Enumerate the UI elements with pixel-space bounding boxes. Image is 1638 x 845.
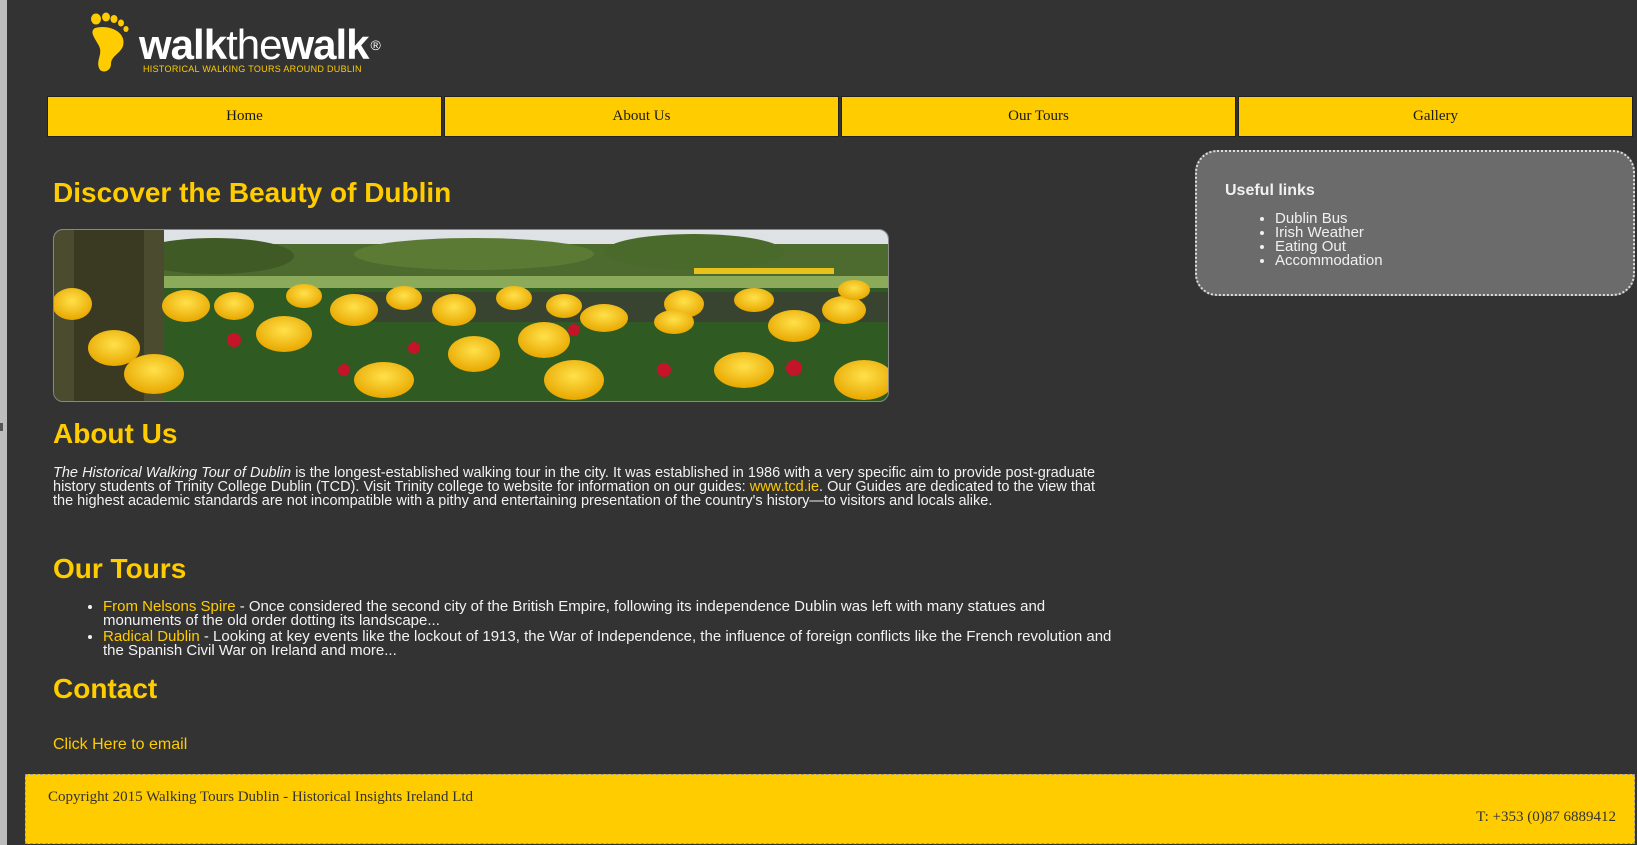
useful-link-accommodation[interactable]: Accommodation — [1275, 253, 1383, 268]
footer: Copyright 2015 Walking Tours Dublin - Hi… — [25, 774, 1635, 844]
nav-item-our-tours[interactable]: Our Tours — [841, 96, 1236, 137]
useful-links-panel: Useful links Dublin Bus Irish Weather Ea… — [1195, 150, 1635, 296]
site-logo[interactable]: walkthewalk ® HISTORICAL WALKING TOURS AR… — [87, 12, 487, 76]
brand-tagline: HISTORICAL WALKING TOURS AROUND DUBLIN — [143, 64, 362, 74]
tour-description: - Once considered the second city of the… — [103, 598, 1046, 629]
tours-list: From Nelsons Spire - Once considered the… — [53, 598, 1123, 660]
page: walkthewalk ® HISTORICAL WALKING TOURS AR… — [7, 0, 1637, 845]
nav-item-home[interactable]: Home — [47, 96, 442, 137]
edge-marker — [0, 423, 3, 431]
useful-links-title: Useful links — [1225, 182, 1315, 199]
hero-image — [53, 229, 889, 402]
email-link[interactable]: Click Here to email — [53, 736, 187, 754]
window-left-edge — [0, 0, 7, 845]
tour-description: - Looking at key events like the lockout… — [103, 628, 1112, 659]
tulips-photo — [54, 230, 888, 401]
list-item: From Nelsons Spire - Once considered the… — [103, 598, 1123, 629]
list-item: Radical Dublin - Looking at key events l… — [103, 628, 1123, 659]
nav-item-gallery[interactable]: Gallery — [1238, 96, 1633, 137]
about-heading: About Us — [53, 418, 178, 449]
copyright-text: Copyright 2015 Walking Tours Dublin - Hi… — [48, 789, 474, 805]
about-paragraph: The Historical Walking Tour of Dublin is… — [53, 466, 1095, 509]
contact-heading: Contact — [53, 673, 158, 704]
phone-number: T: +353 (0)87 6889412 — [1476, 809, 1616, 825]
footprint-icon — [91, 12, 129, 72]
nav-item-about-us[interactable]: About Us — [444, 96, 839, 137]
main-nav: Home About Us Our Tours Gallery — [47, 96, 1633, 137]
useful-links-list: Dublin Bus Irish Weather Eating Out Acco… — [1225, 211, 1383, 268]
tours-heading: Our Tours — [53, 553, 187, 584]
brand-wordmark: walkthewalk ® — [139, 21, 381, 68]
discover-heading: Discover the Beauty of Dublin — [53, 177, 452, 208]
